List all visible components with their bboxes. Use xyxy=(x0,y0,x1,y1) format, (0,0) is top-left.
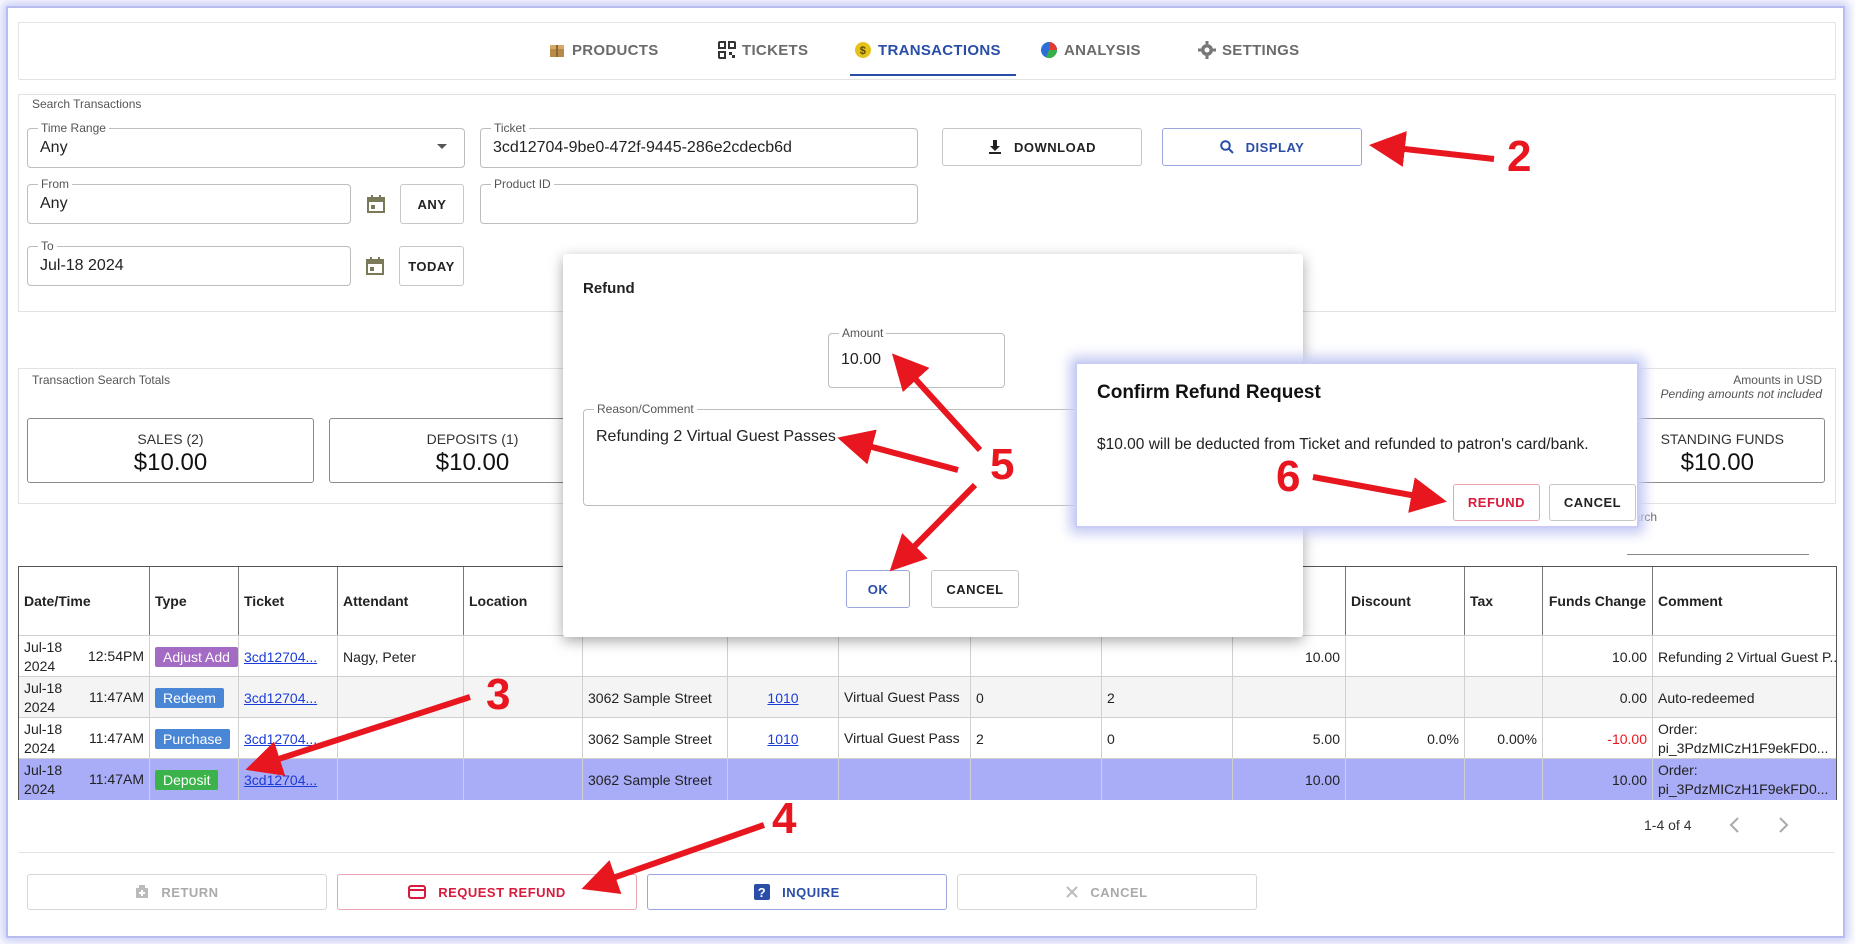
arrow-to-request-refund xyxy=(581,822,765,895)
arrow-to-deposit xyxy=(245,694,471,776)
arrow-to-display xyxy=(1369,131,1495,167)
arrow-to-confirm-refund xyxy=(1312,474,1447,513)
arrow-to-ok xyxy=(889,482,978,572)
annotation-arrows xyxy=(245,131,1495,895)
annotation-number: 4 xyxy=(772,794,797,843)
annotation-number: 3 xyxy=(486,670,511,719)
arrow-to-amount xyxy=(891,353,983,453)
arrow-to-reason xyxy=(837,429,959,473)
annotation-number: 2 xyxy=(1507,132,1532,181)
annotation-number: 5 xyxy=(990,440,1015,489)
annotation-number: 6 xyxy=(1276,452,1301,501)
